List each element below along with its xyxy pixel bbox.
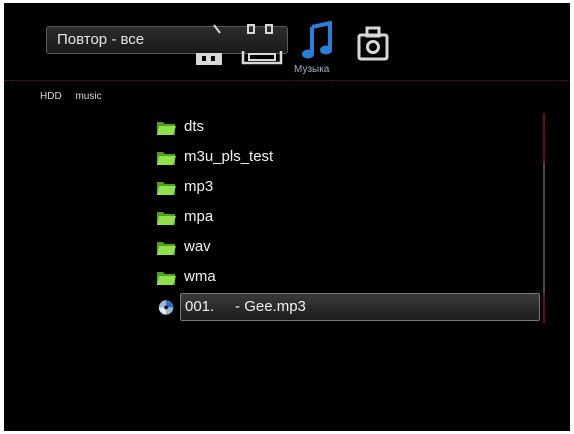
music-note-icon[interactable] (302, 21, 336, 61)
breadcrumb-item-hdd[interactable]: HDD (40, 91, 62, 102)
breadcrumb-item-music[interactable]: music (75, 91, 101, 102)
scrollbar-bottom-cap (543, 293, 545, 323)
list-item-folder[interactable]: wma (154, 263, 544, 293)
audio-disc-icon (158, 300, 174, 315)
scrollbar-top-cap (543, 113, 545, 163)
list-item-folder[interactable]: m3u_pls_test (154, 143, 544, 173)
repeat-mode-label: Повтор - все (57, 31, 145, 48)
list-item-label: mp3 (184, 178, 214, 195)
folder-icon (157, 212, 176, 225)
folder-icon (157, 122, 176, 135)
list-item-label: 001. - Gee.mp3 (185, 298, 306, 315)
list-item-label: wma (184, 268, 216, 285)
list-item-label: dts (184, 118, 205, 135)
list-item-folder[interactable]: wav (154, 233, 544, 263)
media-mode-bar (192, 21, 422, 66)
video-icon[interactable] (192, 21, 232, 66)
active-mode-label: Музыка (294, 64, 330, 75)
list-item-audio-selected[interactable]: 001. - Gee.mp3 (154, 293, 544, 323)
list-item-label: m3u_pls_test (184, 148, 274, 165)
film-icon[interactable] (240, 21, 285, 66)
list-item-label: mpa (184, 208, 214, 225)
list-item-folder[interactable]: mp3 (154, 173, 544, 203)
folder-icon (157, 182, 176, 195)
folder-icon (157, 272, 176, 285)
folder-icon (157, 152, 176, 165)
breadcrumb: HDD music (40, 91, 113, 102)
folder-icon (157, 242, 176, 255)
list-item-label: wav (184, 238, 211, 255)
list-item-folder[interactable]: dts (154, 113, 544, 143)
list-item-folder[interactable]: mpa (154, 203, 544, 233)
media-browser-screen: Повтор - все Музыка HDD music dts m3u_pl… (4, 3, 570, 431)
header-divider (4, 80, 570, 81)
camera-icon[interactable] (356, 25, 390, 63)
